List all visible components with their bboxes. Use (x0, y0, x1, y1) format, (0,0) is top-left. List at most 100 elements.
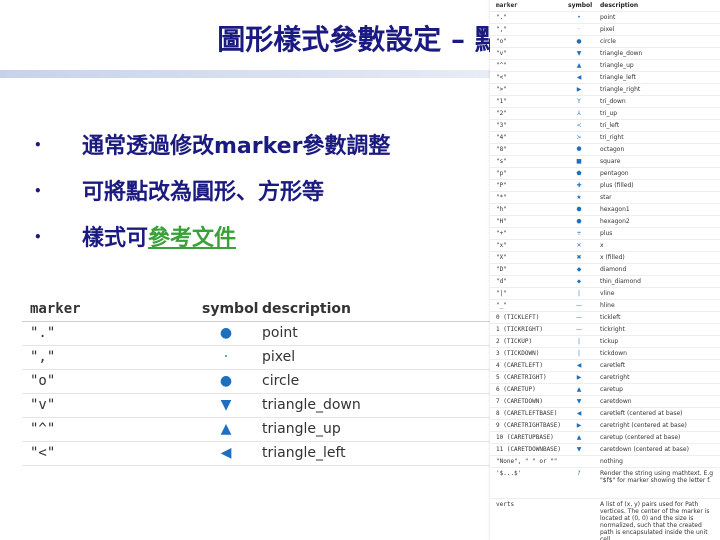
reference-marker-code: "s" (496, 158, 507, 165)
reference-row: verts A list of (x, y) pairs used for Pat… (490, 499, 720, 540)
reference-marker-code: 3 (TICKDOWN) (496, 350, 540, 357)
reference-row: "4" ≻ tri_right (490, 132, 720, 144)
reference-description: square (600, 158, 621, 165)
reference-description: nothing (600, 458, 623, 465)
reference-marker-code: 7 (CARETDOWN) (496, 398, 543, 405)
reference-row: 8 (CARETLEFTBASE) ◀ caretleft (centered at… (490, 408, 720, 420)
reference-description: hline (600, 302, 615, 309)
bullet-text: 可將點改為圓形、方形等 (82, 180, 325, 205)
header-marker: marker (496, 2, 518, 9)
reference-description: thin_diamond (600, 278, 641, 285)
reference-symbol-icon: ≺ (576, 122, 582, 129)
reference-marker-code: 8 (CARETLEFTBASE) (496, 410, 558, 417)
reference-symbol-icon: ⯃ (576, 146, 582, 153)
reference-marker-code: "o" (496, 38, 507, 45)
reference-description: diamond (600, 266, 627, 273)
reference-marker-code: 1 (TICKRIGHT) (496, 326, 543, 333)
reference-marker-code: "p" (496, 170, 507, 177)
reference-symbol-icon: ▼ (576, 446, 582, 453)
reference-symbol-icon: ⬟ (576, 170, 582, 177)
reference-marker-code: 11 (CARETDOWNBASE) (496, 446, 562, 453)
reference-symbol-icon: ◀ (576, 74, 582, 81)
reference-description: x (filled) (600, 254, 625, 261)
reference-row: ">" ▶ triangle_right (490, 84, 720, 96)
marker-symbol-icon: ▼ (220, 397, 232, 413)
reference-description: caretdown (centered at base) (600, 446, 689, 453)
reference-row: 9 (CARETRIGHTBASE) ▶ caretright (centered … (490, 420, 720, 432)
marker-code: "^" (30, 421, 56, 437)
reference-description: caretup (600, 386, 623, 393)
reference-symbol-icon: ⬢ (576, 206, 582, 213)
header-description: description (262, 301, 351, 317)
marker-code: "<" (30, 445, 56, 461)
bullet-dot-icon: • (34, 184, 42, 198)
reference-description: tri_right (600, 134, 624, 141)
reference-marker-code: "4" (496, 134, 507, 141)
table-row: "v" ▼ triangle_down (22, 393, 494, 418)
reference-description: hexagon2 (600, 218, 630, 225)
reference-description: plus (filled) (600, 182, 634, 189)
reference-row: "D" ◆ diamond (490, 264, 720, 276)
reference-row: 11 (CARETDOWNBASE) ▼ caretdown (centered a… (490, 444, 720, 456)
reference-row: "h" ⬢ hexagon1 (490, 204, 720, 216)
reference-marker-code: 6 (CARETUP) (496, 386, 536, 393)
reference-marker-code: "None", " " or "" (496, 458, 558, 465)
marker-symbol-icon: ● (219, 325, 233, 341)
reference-symbol-icon: ◀ (576, 362, 582, 369)
reference-symbol-icon: — (576, 314, 582, 321)
marker-code: "." (30, 325, 56, 341)
reference-row: 10 (CARETUPBASE) ▲ caretup (centered at ba… (490, 432, 720, 444)
reference-description: caretup (centered at base) (600, 434, 681, 441)
reference-symbol-icon: ≻ (576, 134, 582, 141)
marker-description: triangle_left (262, 445, 346, 461)
reference-marker-code: "8" (496, 146, 507, 153)
reference-description: plus (600, 230, 613, 237)
reference-marker-code: 9 (CARETRIGHTBASE) (496, 422, 562, 429)
reference-row: "^" ▲ triangle_up (490, 60, 720, 72)
reference-row: "x" ✕ x (490, 240, 720, 252)
reference-description: caretleft (centered at base) (600, 410, 683, 417)
reference-description: triangle_up (600, 62, 634, 69)
reference-symbol-icon: ▶ (576, 86, 582, 93)
table-row: "," · pixel (22, 345, 494, 370)
reference-description: tickleft (600, 314, 621, 321)
header-marker: marker (30, 301, 81, 317)
reference-marker-code: "D" (496, 266, 507, 273)
reference-description: triangle_right (600, 86, 641, 93)
reference-row: 2 (TICKUP) | tickup (490, 336, 720, 348)
reference-symbol-icon: + (576, 230, 582, 237)
marker-symbol-icon: ▲ (220, 421, 232, 437)
reference-row: "." • point (490, 12, 720, 24)
marker-code: "v" (30, 397, 56, 413)
reference-symbol-icon: — (576, 302, 582, 309)
reference-row: "p" ⬟ pentagon (490, 168, 720, 180)
reference-marker-code: "<" (496, 74, 507, 81)
reference-row: "1" Ytri_down (490, 96, 720, 108)
reference-row: "<" ◀ triangle_left (490, 72, 720, 84)
reference-description: caretdown (600, 398, 632, 405)
reference-row: 3 (TICKDOWN) | tickdown (490, 348, 720, 360)
reference-row: "o" ● circle (490, 36, 720, 48)
reference-marker-code: "1" (496, 98, 507, 105)
marker-description: pixel (262, 349, 296, 365)
marker-table-large: marker symbol description "." ● point "," · pixe… (22, 297, 494, 473)
reference-description: caretleft (600, 362, 626, 369)
header-symbol: symbol (568, 2, 593, 9)
reference-doc-link[interactable]: 參考文件 (148, 226, 236, 251)
reference-row: "2" ⅄ tri_up (490, 108, 720, 120)
reference-symbol-icon: ▼ (576, 50, 582, 57)
reference-symbol-icon: ▲ (576, 434, 582, 441)
reference-marker-code: "d" (496, 278, 507, 285)
reference-symbol-icon: Y (577, 98, 581, 105)
reference-description: tri_down (600, 98, 626, 105)
reference-row: 5 (CARETRIGHT) ▶ caretright (490, 372, 720, 384)
reference-marker-code: "h" (496, 206, 507, 213)
reference-description: octagon (600, 146, 625, 153)
marker-description: triangle_up (262, 421, 341, 437)
reference-marker-code: '$...$' (496, 470, 522, 477)
reference-marker-code: "x" (496, 242, 507, 249)
table-row: "^" ▲ triangle_up (22, 417, 494, 442)
marker-symbol-icon: · (223, 349, 229, 365)
reference-description: Render the string using mathtext. E.g "$… (600, 470, 714, 484)
reference-symbol-icon: ⅄ (577, 110, 581, 117)
